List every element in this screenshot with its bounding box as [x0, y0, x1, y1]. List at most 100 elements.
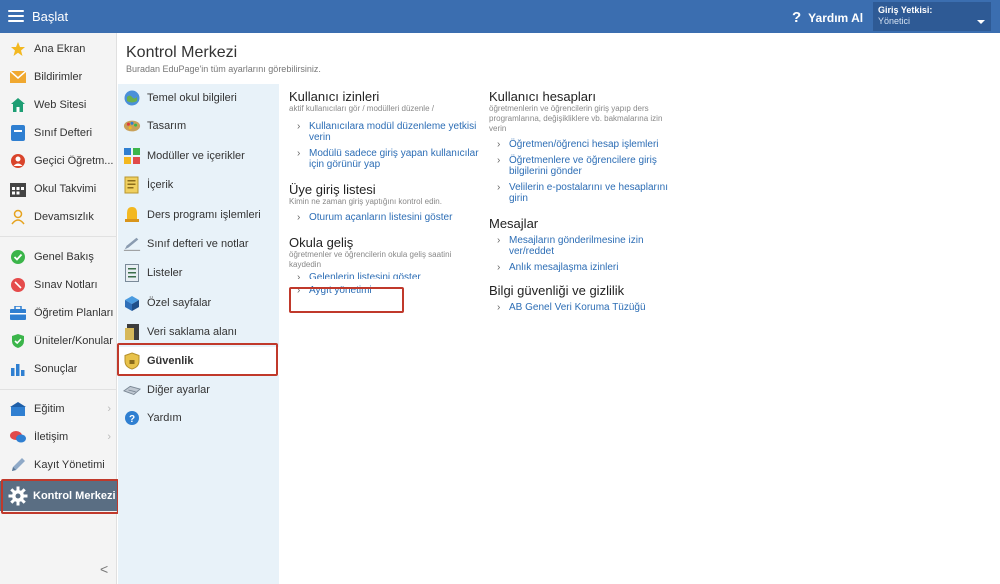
category-item-guvenlik[interactable]: Güvenlik — [118, 347, 279, 375]
sidebar-item-ogretim-planlari[interactable]: Öğretim Planları — [0, 299, 117, 327]
link-modul-duzenleme-yetkisi[interactable]: › Kullanıcılara modül düzenleme yetkisi … — [289, 121, 479, 143]
palette-icon — [123, 117, 141, 135]
link-aygit-yonetimi[interactable]: › Aygıt yönetimi — [289, 285, 479, 296]
link-label: Öğretmen/öğrenci hesap işlemleri — [509, 139, 659, 150]
chevron-right-icon: › — [497, 182, 501, 193]
briefcase-icon — [10, 305, 26, 321]
link-hesap-islemleri[interactable]: › Öğretmen/öğrenci hesap işlemleri — [489, 139, 679, 150]
notebook-icon — [10, 125, 26, 141]
link-gelenlerin-listesi[interactable]: › Gelenlerin listesini göster — [289, 272, 479, 279]
sidebar-item-label: Sınav Notları — [34, 279, 98, 291]
content-column-right: Kullanıcı hesapları öğretmenlerin ve öğr… — [489, 90, 679, 314]
chevron-right-icon: › — [497, 155, 501, 166]
link-label: Mesajların gönderilmesine izin ver/redde… — [509, 235, 644, 257]
category-item-moduller-ve-icerikler[interactable]: Modüller ve içerikler — [118, 142, 279, 170]
category-item-ders-programi-islemleri[interactable]: Ders programı işlemleri — [118, 201, 279, 229]
chevron-right-icon: › — [297, 121, 301, 132]
section-title: Mesajlar — [489, 216, 539, 231]
sidebar-item-egitim[interactable]: Eğitim › — [0, 395, 117, 423]
link-oturum-acanlar[interactable]: › Oturum açanların listesini göster — [289, 212, 479, 223]
role-value: Yönetici — [878, 16, 911, 26]
content-column-left: Kullanıcı izinleri aktif kullanıcıları g… — [289, 90, 479, 297]
sidebar: Ana Ekran Bildirimler Web Sitesi Sınıf D… — [0, 33, 117, 584]
sidebar-divider — [0, 236, 117, 237]
sidebar-item-label: Eğitim — [34, 403, 65, 415]
sidebar-item-label: Sınıf Defteri — [34, 127, 93, 139]
hamburger-icon — [8, 10, 24, 22]
category-label: Yardım — [147, 412, 182, 424]
section-okula-gelis: Okula geliş öğretmenler ve öğrencilerin … — [289, 236, 479, 297]
sidebar-item-label: Kontrol Merkezi — [33, 490, 116, 502]
section-description: Kimin ne zaman giriş yaptığını kontrol e… — [289, 197, 442, 206]
sidebar-item-iletisim[interactable]: İletişim › — [0, 423, 117, 451]
sidebar-item-bildirimler[interactable]: Bildirimler — [0, 63, 117, 91]
category-label: Modüller ve içerikler — [147, 150, 245, 162]
category-item-tasarim[interactable]: Tasarım — [118, 112, 279, 140]
sidebar-item-sinif-defteri[interactable]: Sınıf Defteri — [0, 119, 117, 147]
link-anlik-mesajlasma[interactable]: › Anlık mesajlaşma izinleri — [489, 262, 679, 273]
link-modul-gorunurluk[interactable]: › Modülü sadece giriş yapan kullanıcılar… — [289, 148, 479, 170]
link-label: Velilerin e-postalarını ve hesaplarını g… — [509, 182, 668, 204]
other-settings-icon — [123, 381, 141, 399]
security-shield-icon — [123, 352, 141, 370]
category-item-listeler[interactable]: Listeler — [118, 259, 279, 287]
sidebar-item-label: Sonuçlar — [34, 363, 78, 375]
link-label: Gelenlerin listesini göster — [309, 272, 421, 279]
role-selector[interactable]: Giriş Yetkisi: Yönetici — [873, 2, 991, 31]
link-label: AB Genel Veri Koruma Tüzüğü — [509, 302, 646, 313]
school-icon — [123, 89, 141, 107]
category-label: Sınıf defteri ve notlar — [147, 238, 249, 250]
sidebar-divider — [0, 389, 117, 390]
collapse-sidebar-button[interactable]: < — [100, 561, 108, 577]
gear-icon — [8, 486, 28, 506]
start-menu-button[interactable]: Başlat — [8, 6, 68, 26]
category-label: İçerik — [147, 179, 174, 191]
sidebar-item-okul-takvimi[interactable]: Okul Takvimi — [0, 175, 117, 203]
role-title: Giriş Yetkisi: — [878, 5, 933, 15]
home-icon — [10, 97, 26, 113]
category-item-sinif-defteri-ve-notlar[interactable]: Sınıf defteri ve notlar — [118, 230, 279, 258]
link-mesaj-izinleri[interactable]: › Mesajların gönderilmesine izin ver/red… — [489, 235, 679, 257]
category-item-yardim[interactable]: ? Yardım — [118, 404, 279, 432]
category-label: Temel okul bilgileri — [147, 92, 237, 104]
category-item-temel-okul-bilgileri[interactable]: Temel okul bilgileri — [118, 84, 279, 112]
start-label: Başlat — [32, 8, 69, 24]
help-button[interactable]: ? Yardım Al — [792, 9, 863, 26]
sidebar-item-genel-bakis[interactable]: Genel Bakış — [0, 243, 117, 271]
section-description: öğretmenler ve öğrencilerin okula geliş … — [289, 250, 452, 269]
sidebar-item-uniteler-konular[interactable]: Üniteler/Konular — [0, 327, 117, 355]
check-circle-icon — [10, 249, 26, 265]
section-mesajlar: Mesajlar › Mesajların gönderilmesine izi… — [489, 216, 679, 274]
section-kullanici-izinleri: Kullanıcı izinleri aktif kullanıcıları g… — [289, 90, 479, 171]
link-giris-bilgilerini-gonder[interactable]: › Öğretmenlere ve öğrencilere giriş bilg… — [489, 155, 679, 177]
chevron-right-icon: › — [297, 285, 301, 296]
category-item-icerik[interactable]: İçerik — [118, 171, 279, 199]
chevron-right-icon: › — [107, 431, 111, 443]
storage-icon — [123, 323, 141, 341]
category-item-diger-ayarlar[interactable]: Diğer ayarlar — [118, 376, 279, 404]
section-description: aktif kullanıcıları gör / modülleri düze… — [289, 104, 434, 113]
chevron-right-icon: › — [297, 272, 301, 279]
category-label: Diğer ayarlar — [147, 384, 210, 396]
help-icon: ? — [123, 409, 141, 427]
chevron-right-icon: › — [497, 302, 501, 313]
grades-icon — [10, 277, 26, 293]
link-gdpr[interactable]: › AB Genel Veri Koruma Tüzüğü — [489, 302, 679, 313]
sidebar-item-kontrol-merkezi[interactable]: Kontrol Merkezi — [0, 481, 117, 511]
page-subtitle: Buradan EduPage'in tüm ayarlarını görebi… — [126, 64, 321, 74]
sidebar-item-web-sitesi[interactable]: Web Sitesi — [0, 91, 117, 119]
sidebar-item-kayit-yonetimi[interactable]: Kayıt Yönetimi — [0, 451, 117, 479]
absence-icon — [10, 209, 26, 225]
sidebar-item-ana-ekran[interactable]: Ana Ekran — [0, 35, 117, 63]
sidebar-item-sonuclar[interactable]: Sonuçlar — [0, 355, 117, 383]
sidebar-item-label: Geçici Öğretm... — [34, 155, 114, 167]
sidebar-item-gecici-ogretmen[interactable]: Geçici Öğretm... — [0, 147, 117, 175]
sidebar-item-sinav-notlari[interactable]: Sınav Notları — [0, 271, 117, 299]
question-mark-icon: ? — [792, 9, 802, 26]
link-label: Anlık mesajlaşma izinleri — [509, 262, 619, 273]
sidebar-item-devamsizlik[interactable]: Devamsızlık — [0, 203, 117, 231]
list-icon — [123, 264, 141, 282]
category-item-veri-saklama-alani[interactable]: Veri saklama alanı — [118, 318, 279, 346]
category-item-ozel-sayfalar[interactable]: Özel sayfalar — [118, 289, 279, 317]
link-veli-epostalari[interactable]: › Velilerin e-postalarını ve hesaplarını… — [489, 182, 679, 204]
